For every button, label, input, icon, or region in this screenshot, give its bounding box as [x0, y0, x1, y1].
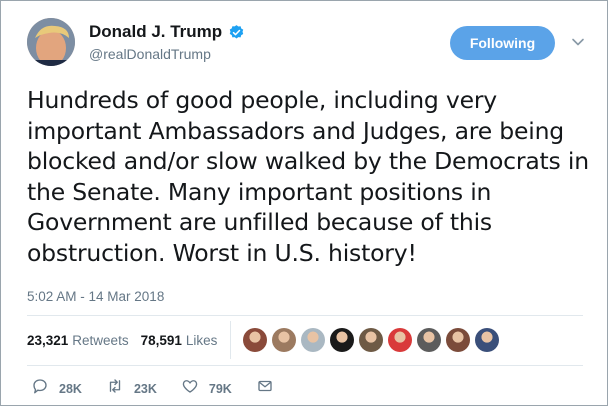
divider-top — [27, 315, 583, 316]
author-photo-icon — [27, 18, 75, 66]
retweets-label[interactable]: Retweets — [72, 333, 128, 348]
chevron-down-icon[interactable] — [571, 35, 585, 49]
liker-avatar-9[interactable] — [475, 328, 499, 352]
envelope-icon[interactable] — [256, 377, 274, 400]
liker-avatar-2[interactable] — [272, 328, 296, 352]
liker-avatar-8[interactable] — [446, 328, 470, 352]
liker-avatar-1[interactable] — [243, 328, 267, 352]
like-action[interactable]: 79K — [181, 377, 232, 400]
following-button[interactable]: Following — [450, 26, 555, 60]
tweet-text: Hundreds of good people, including very … — [27, 86, 589, 267]
liker-avatar-4[interactable] — [330, 328, 354, 352]
divider-bottom — [27, 365, 583, 366]
like-count: 79K — [208, 381, 232, 396]
liker-avatar-7[interactable] — [417, 328, 441, 352]
tweet-timestamp[interactable]: 5:02 AM - 14 Mar 2018 — [27, 289, 164, 304]
tweet-stats: 23,321 Retweets 78,591 Likes — [27, 333, 229, 348]
stats-separator — [230, 321, 231, 359]
retweets-count[interactable]: 23,321 — [27, 333, 68, 348]
author-block: Donald J. Trump @realDonaldTrump — [89, 22, 245, 62]
liker-avatar-5[interactable] — [359, 328, 383, 352]
reply-icon[interactable] — [31, 377, 49, 400]
likes-count[interactable]: 78,591 — [141, 333, 182, 348]
author-handle[interactable]: @realDonaldTrump — [89, 46, 245, 62]
author-avatar[interactable] — [27, 18, 75, 66]
message-action[interactable] — [256, 377, 274, 400]
reply-count: 28K — [59, 381, 82, 396]
liker-avatar-3[interactable] — [301, 328, 325, 352]
heart-icon[interactable] — [181, 377, 199, 400]
retweet-action[interactable]: 23K — [106, 377, 157, 400]
likes-label[interactable]: Likes — [186, 333, 218, 348]
liker-avatar-6[interactable] — [388, 328, 412, 352]
reply-action[interactable]: 28K — [31, 377, 82, 400]
liker-avatars — [243, 328, 499, 352]
verified-badge-icon — [228, 24, 245, 41]
tweet-card: Donald J. Trump @realDonaldTrump Followi… — [0, 0, 608, 406]
retweet-count: 23K — [133, 381, 157, 396]
author-display-name[interactable]: Donald J. Trump — [89, 22, 222, 42]
retweet-icon[interactable] — [106, 377, 124, 400]
tweet-actions: 28K 23K 79K — [31, 377, 298, 400]
